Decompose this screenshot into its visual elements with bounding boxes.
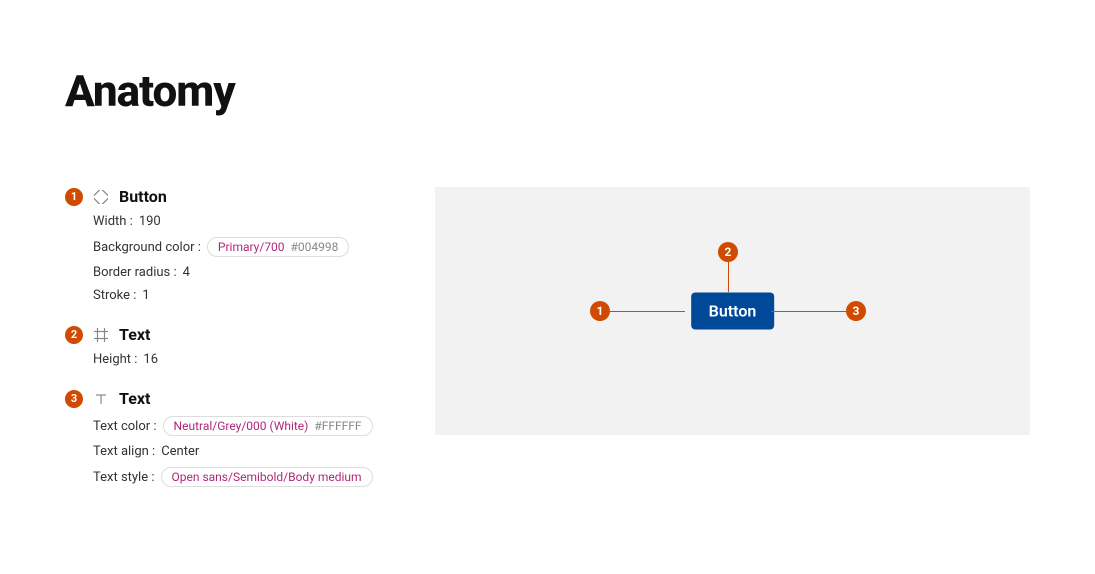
- spec-title: Text: [119, 389, 150, 408]
- example-button: Button: [691, 293, 775, 330]
- text-icon: [93, 391, 109, 407]
- spec-row-background: Background color : Primary/700 #004998: [93, 237, 385, 257]
- spec-label: Text style :: [93, 470, 155, 485]
- spec-label: Background color :: [93, 240, 201, 255]
- spec-number-badge: 1: [65, 188, 83, 206]
- callout-3: 3: [771, 301, 866, 321]
- spec-label: Text color :: [93, 419, 157, 434]
- spec-row-text-color: Text color : Neutral/Grey/000 (White) #F…: [93, 416, 385, 436]
- leader-line: [771, 311, 846, 312]
- preview-canvas: Button 1 2 3: [435, 187, 1030, 435]
- spec-number-badge: 2: [65, 326, 83, 344]
- spec-label: Width :: [93, 214, 133, 229]
- leader-line: [610, 311, 685, 312]
- spec-list: 1 Button Width : 190 Background color : …: [65, 187, 385, 509]
- spec-row-width: Width : 190: [93, 214, 385, 229]
- spec-label: Stroke :: [93, 288, 136, 303]
- style-chip: Open sans/Semibold/Body medium: [161, 467, 373, 487]
- spec-block-text: 3 Text Text color : Neutral/Grey/000 (Wh…: [65, 389, 385, 487]
- spec-block-text-frame: 2 Text Height : 16: [65, 325, 385, 367]
- chip-name: Neutral/Grey/000 (White): [174, 419, 309, 433]
- callout-badge: 2: [718, 242, 738, 262]
- leader-line: [728, 262, 729, 292]
- spec-row-border-radius: Border radius : 4: [93, 265, 385, 280]
- callout-badge: 3: [846, 301, 866, 321]
- spec-title: Text: [119, 325, 150, 344]
- spec-row-text-align: Text align : Center: [93, 444, 385, 459]
- spec-label: Border radius :: [93, 265, 177, 280]
- callout-badge: 1: [590, 301, 610, 321]
- spec-label: Text align :: [93, 444, 155, 459]
- callout-1: 1: [590, 301, 685, 321]
- chip-name: Open sans/Semibold/Body medium: [172, 470, 362, 484]
- spec-row-height: Height : 16: [93, 352, 385, 367]
- spec-title: Button: [119, 187, 167, 206]
- component-icon: [93, 189, 109, 205]
- spec-block-button: 1 Button Width : 190 Background color : …: [65, 187, 385, 303]
- page-title: Anatomy: [65, 65, 1030, 117]
- spec-value: 16: [143, 352, 158, 367]
- frame-icon: [93, 327, 109, 343]
- spec-value: 4: [183, 265, 190, 280]
- spec-label: Height :: [93, 352, 137, 367]
- chip-name: Primary/700: [218, 240, 285, 254]
- spec-value: Center: [161, 444, 199, 459]
- color-chip: Primary/700 #004998: [207, 237, 350, 257]
- spec-row-text-style: Text style : Open sans/Semibold/Body med…: [93, 467, 385, 487]
- chip-hex: #FFFFFF: [314, 419, 361, 433]
- spec-value: 190: [139, 214, 161, 229]
- spec-value: 1: [142, 288, 149, 303]
- spec-number-badge: 3: [65, 390, 83, 408]
- spec-row-stroke: Stroke : 1: [93, 288, 385, 303]
- color-chip: Neutral/Grey/000 (White) #FFFFFF: [163, 416, 373, 436]
- chip-hex: #004998: [291, 240, 339, 254]
- callout-2: 2: [718, 242, 738, 292]
